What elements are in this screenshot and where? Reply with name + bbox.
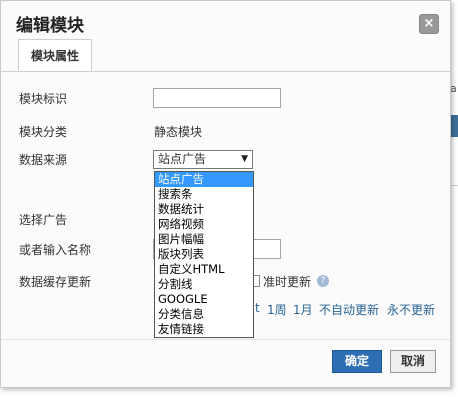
data-source-dropdown: 站点广告 搜索条 数据统计 网络视频 图片幅幅 版块列表 自定义HTML 分割线… bbox=[154, 171, 254, 338]
dialog-footer-divider bbox=[1, 339, 450, 340]
background-text: a bbox=[450, 82, 457, 95]
name-input-label: 或者输入名称 bbox=[19, 243, 92, 257]
dropdown-option[interactable]: GOOGLE bbox=[155, 292, 253, 307]
module-id-input[interactable] bbox=[153, 88, 281, 108]
dialog-title: 编辑模块 bbox=[16, 16, 84, 36]
close-icon: × bbox=[423, 16, 435, 31]
dropdown-option[interactable]: 分割线 bbox=[155, 277, 253, 292]
tab-module-properties[interactable]: 模块属性 bbox=[18, 39, 92, 71]
cache-update-label: 数据缓存更新 bbox=[19, 275, 92, 289]
cache-link-no-auto[interactable]: 不自动更新 bbox=[319, 301, 379, 318]
dropdown-option[interactable]: 分类信息 bbox=[155, 307, 253, 322]
data-source-label: 数据来源 bbox=[19, 153, 68, 167]
dropdown-option[interactable]: 数据统计 bbox=[155, 202, 253, 217]
ok-button[interactable]: 确定 bbox=[332, 350, 382, 373]
data-source-selected: 站点广告 bbox=[158, 152, 207, 166]
question-icon[interactable]: ? bbox=[317, 275, 329, 287]
cache-link-never[interactable]: 永不更新 bbox=[387, 301, 435, 318]
dropdown-option[interactable]: 搜索条 bbox=[155, 187, 253, 202]
dropdown-option[interactable]: 版块列表 bbox=[155, 247, 253, 262]
cache-link-partial[interactable]: t bbox=[255, 301, 260, 315]
select-ad-label: 选择广告 bbox=[19, 213, 68, 227]
module-category-label: 模块分类 bbox=[19, 125, 68, 139]
realtime-update-label: 准时更新 bbox=[263, 275, 312, 289]
data-source-select[interactable]: 站点广告 ▼ bbox=[153, 150, 253, 169]
close-button[interactable]: × bbox=[419, 14, 439, 34]
dropdown-option[interactable]: 友情链接 bbox=[155, 322, 253, 337]
module-id-label: 模块标识 bbox=[19, 92, 68, 106]
module-category-value: 静态模块 bbox=[154, 125, 203, 139]
cancel-button[interactable]: 取消 bbox=[390, 350, 436, 373]
dropdown-option[interactable]: 站点广告 bbox=[155, 172, 253, 187]
dropdown-option[interactable]: 网络视频 bbox=[155, 217, 253, 232]
edit-module-dialog: 编辑模块 × 模块属性 模块标识 模块分类 静态模块 数据来源 站点广告 ▼ 选… bbox=[0, 0, 451, 388]
dropdown-option[interactable]: 自定义HTML bbox=[155, 262, 253, 277]
dropdown-option[interactable]: 图片幅幅 bbox=[155, 232, 253, 247]
cache-link-1-month[interactable]: 1月 bbox=[293, 301, 313, 318]
chevron-down-icon: ▼ bbox=[241, 154, 248, 164]
cache-link-1-week[interactable]: 1周 bbox=[267, 301, 287, 318]
